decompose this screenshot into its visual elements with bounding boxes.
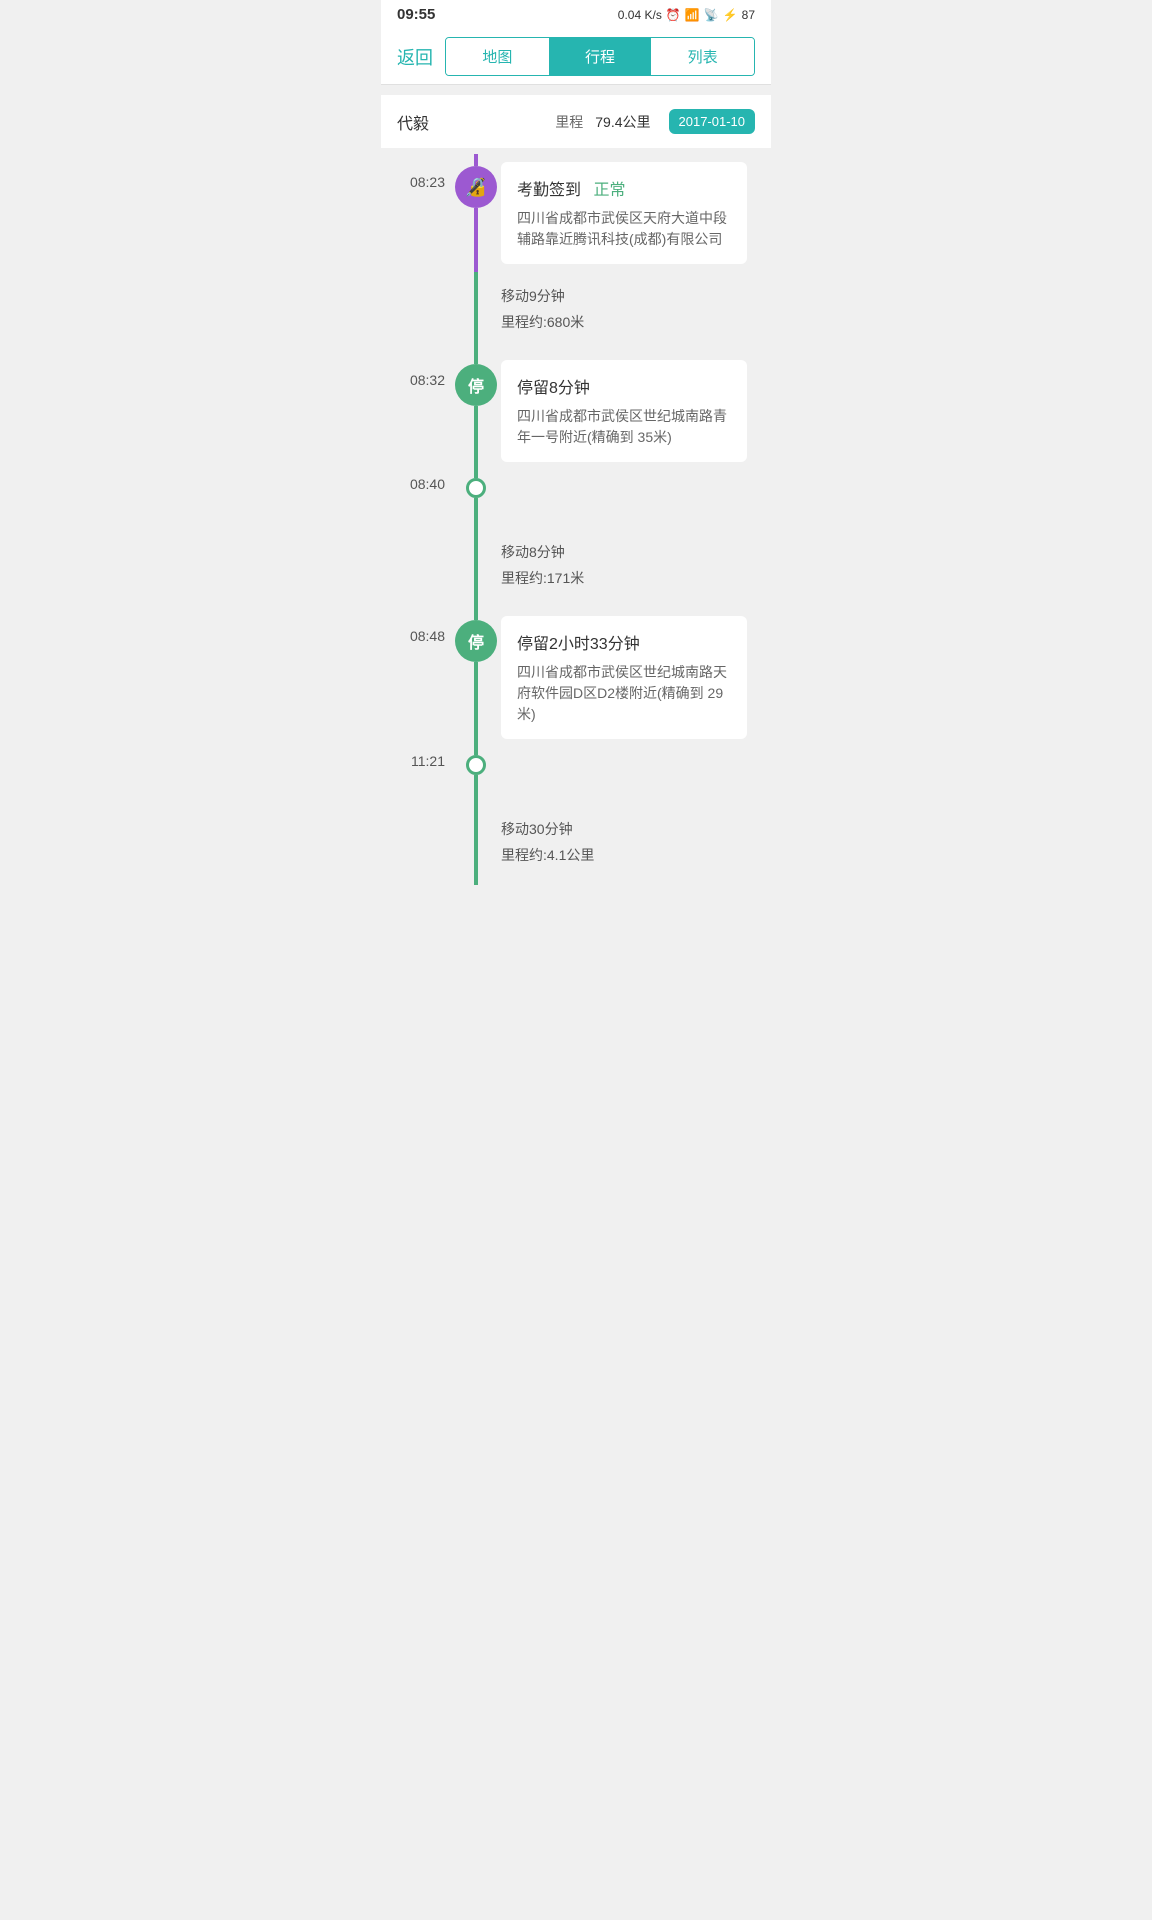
event-1-card: 考勤签到 正常 四川省成都市武侯区天府大道中段辅路靠近腾讯科技(成都)有限公司 bbox=[501, 162, 747, 264]
line-bottom-2 bbox=[474, 406, 478, 470]
date-badge: 2017-01-10 bbox=[669, 109, 756, 134]
event-3-title: 停留2小时33分钟 bbox=[517, 636, 640, 653]
dot-2: 停 bbox=[455, 364, 497, 406]
timeline-move-2: 移动8分钟 里程约:171米 bbox=[381, 528, 771, 608]
move-2-line bbox=[474, 528, 478, 608]
tab-group: 地图 行程 列表 bbox=[445, 37, 755, 76]
timeline-event-2: 08:32 停 停留8分钟 四川省成都市武侯区世纪城南路青年一号附近(精确到 3… bbox=[381, 352, 771, 470]
status-right: 0.04 K/s ⏰ 📶 📡 ⚡ 87 bbox=[618, 8, 755, 22]
dot-3-label: 停 bbox=[468, 629, 484, 653]
endpoint-2-time: 11:21 bbox=[411, 753, 445, 769]
timeline-move-3: 移动30分钟 里程约:4.1公里 bbox=[381, 805, 771, 885]
timeline-endpoint-2: 11:21 bbox=[381, 747, 771, 805]
mileage-value: 79.4公里 bbox=[595, 112, 650, 132]
move-2-distance: 里程约:171米 bbox=[501, 568, 759, 588]
move-1-duration: 移动9分钟 bbox=[501, 286, 759, 306]
event-2-time: 08:32 bbox=[410, 372, 445, 388]
move-2-content: 移动8分钟 里程约:171米 bbox=[501, 528, 771, 608]
network-speed: 0.04 K/s bbox=[618, 8, 662, 22]
timeline-move-1: 移动9分钟 里程约:680米 bbox=[381, 272, 771, 352]
dot-3: 停 bbox=[455, 620, 497, 662]
charging-icon: ⚡ bbox=[723, 8, 738, 22]
timeline-endpoint-1: 08:40 bbox=[381, 470, 771, 528]
move-1-distance: 里程约:680米 bbox=[501, 312, 759, 332]
event-2-content: 停留8分钟 四川省成都市武侯区世纪城南路青年一号附近(精确到 35米) bbox=[501, 352, 771, 470]
event-1-content: 考勤签到 正常 四川省成都市武侯区天府大道中段辅路靠近腾讯科技(成都)有限公司 bbox=[501, 154, 771, 272]
move-3-distance: 里程约:4.1公里 bbox=[501, 845, 759, 865]
info-bar: 代毅 里程 79.4公里 2017-01-10 bbox=[381, 95, 771, 148]
status-time: 09:55 bbox=[397, 6, 435, 23]
event-2-card: 停留8分钟 四川省成都市武侯区世纪城南路青年一号附近(精确到 35米) bbox=[501, 360, 747, 462]
timeline-event-1: 08:23 🔏 考勤签到 正常 四川省成都市武侯区天府大道中段辅路靠近腾讯科技(… bbox=[381, 154, 771, 272]
tab-trip[interactable]: 行程 bbox=[549, 38, 652, 75]
move-3-content: 移动30分钟 里程约:4.1公里 bbox=[501, 805, 771, 885]
event-3-time: 08:48 bbox=[410, 628, 445, 644]
event-3-address: 四川省成都市武侯区世纪城南路天府软件园D区D2楼附近(精确到 29米) bbox=[517, 662, 731, 725]
clock-icon: ⏰ bbox=[666, 8, 681, 22]
move-1-time-col bbox=[381, 272, 451, 352]
event-2-title: 停留8分钟 bbox=[517, 380, 590, 397]
line-top-2 bbox=[474, 352, 478, 364]
event-1-time: 08:23 bbox=[410, 174, 445, 190]
move-1-content: 移动9分钟 里程约:680米 bbox=[501, 272, 771, 352]
event-3-content: 停留2小时33分钟 四川省成都市武侯区世纪城南路天府软件园D区D2楼附近(精确到… bbox=[501, 608, 771, 747]
move-1-line bbox=[474, 272, 478, 352]
line-bottom-1 bbox=[474, 208, 478, 272]
event-3-card: 停留2小时33分钟 四川省成都市武侯区世纪城南路天府软件园D区D2楼附近(精确到… bbox=[501, 616, 747, 739]
tab-list[interactable]: 列表 bbox=[651, 38, 754, 75]
event-2-address: 四川省成都市武侯区世纪城南路青年一号附近(精确到 35米) bbox=[517, 406, 731, 448]
signal-icon: 📡 bbox=[704, 8, 719, 22]
battery-level: 87 bbox=[742, 8, 755, 22]
dot-2-label: 停 bbox=[468, 373, 484, 397]
event-1-address: 四川省成都市武侯区天府大道中段辅路靠近腾讯科技(成都)有限公司 bbox=[517, 208, 731, 250]
back-button[interactable]: 返回 bbox=[397, 40, 437, 74]
timeline-event-3: 08:48 停 停留2小时33分钟 四川省成都市武侯区世纪城南路天府软件园D区D… bbox=[381, 608, 771, 747]
endpoint-1-time: 08:40 bbox=[410, 476, 445, 492]
fingerprint-icon: 🔏 bbox=[465, 177, 487, 198]
status-bar: 09:55 0.04 K/s ⏰ 📶 📡 ⚡ 87 bbox=[381, 0, 771, 29]
dot-1: 🔏 bbox=[455, 166, 497, 208]
endpoint-2-dot bbox=[466, 755, 486, 775]
wifi-icon: 📶 bbox=[685, 8, 700, 22]
event-1-status: 正常 bbox=[593, 182, 625, 199]
move-3-duration: 移动30分钟 bbox=[501, 819, 759, 839]
driver-name: 代毅 bbox=[397, 110, 547, 134]
mileage-label: 里程 bbox=[555, 112, 583, 132]
tab-map[interactable]: 地图 bbox=[446, 38, 549, 75]
line-top-1 bbox=[474, 154, 478, 166]
move-3-line bbox=[474, 805, 478, 885]
move-2-duration: 移动8分钟 bbox=[501, 542, 759, 562]
event-1-title: 考勤签到 bbox=[517, 182, 581, 199]
endpoint-1-dot bbox=[466, 478, 486, 498]
timeline: 08:23 🔏 考勤签到 正常 四川省成都市武侯区天府大道中段辅路靠近腾讯科技(… bbox=[381, 154, 771, 905]
header-nav: 返回 地图 行程 列表 bbox=[381, 29, 771, 85]
